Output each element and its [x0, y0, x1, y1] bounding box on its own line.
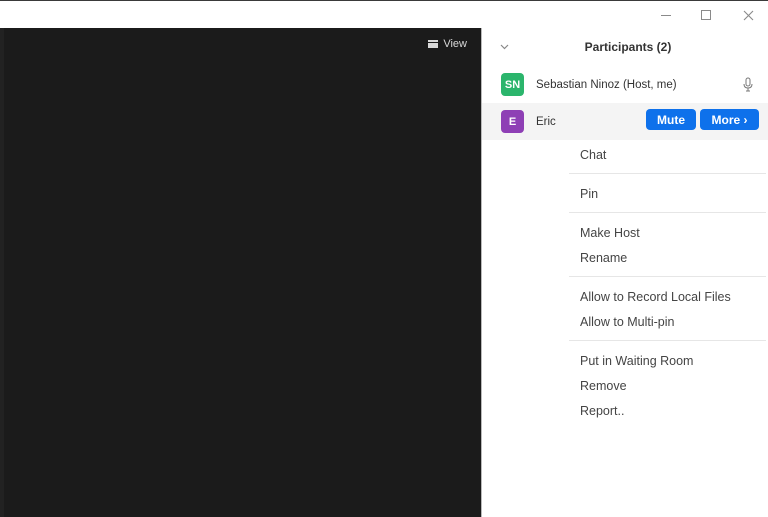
mute-button[interactable]: Mute: [646, 109, 696, 130]
participant-name: Eric: [536, 115, 556, 128]
close-button[interactable]: [728, 2, 768, 28]
menu-item-report[interactable]: Report..: [569, 398, 766, 423]
minimize-icon: [661, 14, 671, 16]
menu-item-allow-record[interactable]: Allow to Record Local Files: [569, 284, 766, 309]
participant-name: Sebastian Ninoz (Host, me): [536, 78, 677, 91]
minimize-button[interactable]: [646, 2, 686, 28]
close-icon: [743, 10, 753, 20]
menu-item-make-host[interactable]: Make Host: [569, 220, 766, 245]
participants-header: Participants (2): [482, 28, 768, 66]
participant-context-menu: Chat Pin Make Host Rename Allow to Recor…: [569, 142, 766, 423]
menu-item-waiting-room[interactable]: Put in Waiting Room: [569, 348, 766, 373]
menu-item-chat[interactable]: Chat: [569, 142, 766, 167]
avatar: SN: [501, 73, 524, 96]
collapse-button[interactable]: [498, 41, 510, 53]
avatar: E: [501, 110, 524, 133]
menu-item-allow-multipin[interactable]: Allow to Multi-pin: [569, 309, 766, 334]
menu-divider: [569, 212, 766, 213]
menu-item-pin[interactable]: Pin: [569, 181, 766, 206]
menu-item-rename[interactable]: Rename: [569, 245, 766, 270]
video-edge: [0, 28, 4, 517]
view-button[interactable]: View: [428, 38, 467, 50]
participant-row[interactable]: E Eric Mute More ›: [482, 103, 768, 140]
microphone-icon[interactable]: [742, 77, 754, 93]
menu-divider: [569, 340, 766, 341]
menu-item-remove[interactable]: Remove: [569, 373, 766, 398]
more-button[interactable]: More ›: [700, 109, 759, 130]
video-area: View: [0, 28, 481, 517]
maximize-icon: [701, 10, 711, 20]
participants-title: Participants (2): [584, 40, 672, 54]
chevron-down-icon: [500, 44, 508, 50]
menu-divider: [569, 276, 766, 277]
participant-row[interactable]: SN Sebastian Ninoz (Host, me): [482, 66, 768, 103]
menu-divider: [569, 173, 766, 174]
maximize-button[interactable]: [686, 2, 726, 28]
grid-view-icon: [428, 40, 439, 48]
title-bar: [0, 1, 768, 28]
view-label: View: [443, 38, 467, 50]
